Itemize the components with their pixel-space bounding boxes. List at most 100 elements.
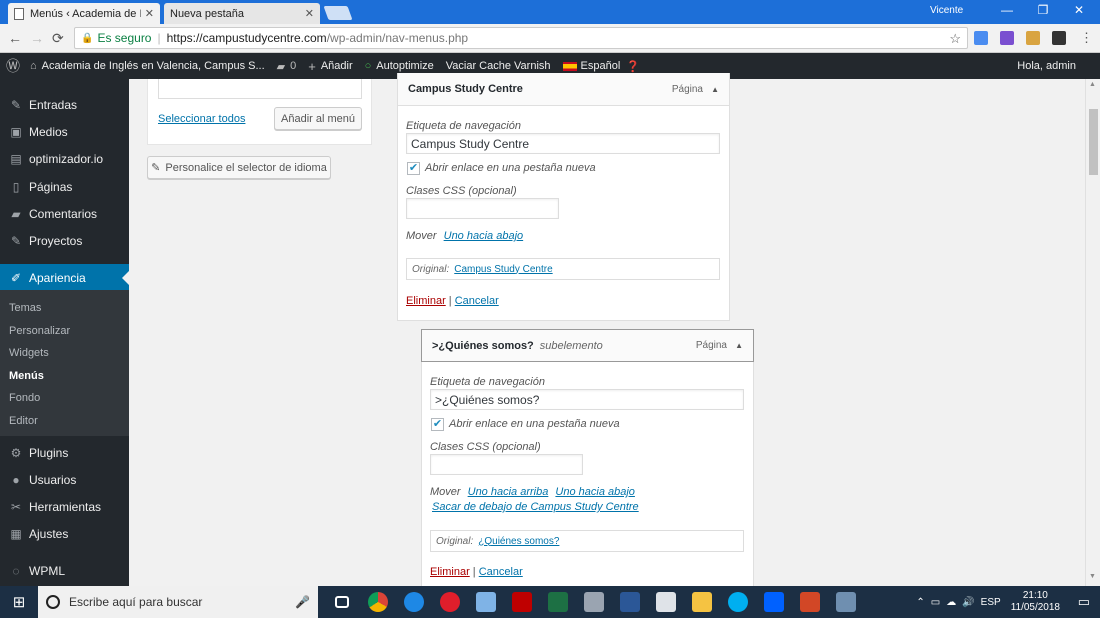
site-name-link[interactable]: ⌂ Academia de Inglés en Valencia, Campus…: [30, 60, 265, 72]
menu-item-header[interactable]: >¿Quiénes somos? subelemento Página ▲: [421, 329, 754, 362]
comments-link[interactable]: ▰ 0: [277, 60, 297, 73]
menu-item-header[interactable]: Campus Study Centre Página ▲: [397, 73, 730, 106]
clock[interactable]: 21:10 11/05/2018: [1011, 590, 1060, 614]
skype-icon[interactable]: [722, 586, 754, 618]
new-tab-checkbox[interactable]: ✔: [407, 162, 420, 175]
css-classes-input[interactable]: [430, 454, 583, 475]
close-window-icon[interactable]: ✕: [1064, 3, 1094, 19]
cancel-link[interactable]: Cancelar: [455, 295, 499, 307]
address-bar[interactable]: 🔒 Es seguro | https://campustudycentre.c…: [74, 27, 968, 49]
sidebar-item-paginas[interactable]: ▯ Páginas: [0, 173, 129, 200]
layers-icon[interactable]: [1052, 31, 1066, 45]
input-language[interactable]: ESP: [981, 597, 1001, 608]
original-box: Original: Campus Study Centre: [406, 258, 720, 280]
collapse-arrow-icon[interactable]: ▲: [711, 85, 719, 94]
dropbox-icon[interactable]: [758, 586, 790, 618]
task-view-icon[interactable]: [326, 586, 358, 618]
network-icon[interactable]: ▭: [931, 597, 940, 608]
back-icon[interactable]: ←: [8, 30, 22, 46]
new-tab-button[interactable]: [323, 6, 353, 20]
add-to-menu-button[interactable]: Añadir al menú: [274, 107, 362, 130]
sidebar-item-ajustes[interactable]: ▦ Ajustes: [0, 520, 129, 547]
bookmark-star-icon[interactable]: ☆: [949, 31, 961, 47]
page-scrollbar[interactable]: ▲ ▼: [1085, 79, 1100, 586]
sidebar-item-optimizador[interactable]: ▤ optimizador.io: [0, 145, 129, 172]
sidebar-item-comentarios[interactable]: ▰ Comentarios: [0, 200, 129, 227]
extension-icon[interactable]: [1000, 31, 1014, 45]
sidebar-item-medios[interactable]: ▣ Medios: [0, 118, 129, 145]
powerpoint-icon[interactable]: [794, 586, 826, 618]
nav-label-input[interactable]: Campus Study Centre: [406, 133, 720, 154]
nav-label-input[interactable]: >¿Quiénes somos?: [430, 389, 744, 410]
scroll-thumb[interactable]: [1089, 109, 1098, 175]
cancel-link[interactable]: Cancelar: [479, 566, 523, 578]
original-link[interactable]: Campus Study Centre: [454, 264, 552, 275]
scroll-down-icon[interactable]: ▼: [1089, 573, 1096, 580]
sidebar-item-wpml[interactable]: ◌ WPML: [0, 557, 129, 584]
delete-link[interactable]: Eliminar: [430, 566, 470, 578]
sidebar-item-usuarios[interactable]: ● Usuarios: [0, 466, 129, 493]
original-link[interactable]: ¿Quiénes somos?: [478, 536, 559, 547]
tab-new[interactable]: Nueva pestaña ✕: [164, 3, 320, 24]
new-tab-checkbox[interactable]: ✔: [431, 418, 444, 431]
submenu-item-widgets[interactable]: Widgets: [9, 347, 49, 359]
sidebar-item-entradas[interactable]: ✎ Entradas: [0, 91, 129, 118]
file-explorer-icon[interactable]: [686, 586, 718, 618]
submenu-item-menus[interactable]: Menús: [9, 370, 44, 382]
submenu-item-editor[interactable]: Editor: [9, 415, 38, 427]
close-icon[interactable]: ✕: [145, 7, 154, 20]
opera-icon[interactable]: [434, 586, 466, 618]
submenu-item-personalizar[interactable]: Personalizar: [9, 325, 70, 337]
reload-icon[interactable]: ⟳: [52, 30, 64, 47]
delete-link[interactable]: Eliminar: [406, 295, 446, 307]
microphone-icon[interactable]: 🎤: [295, 595, 310, 609]
excel-icon[interactable]: [542, 586, 574, 618]
account-menu[interactable]: Hola, admin: [1017, 60, 1076, 72]
edge-icon[interactable]: [398, 586, 430, 618]
select-all-link[interactable]: Seleccionar todos: [158, 113, 245, 125]
customize-language-switcher-button[interactable]: ✎ Personalice el selector de idioma: [147, 156, 331, 179]
app-icon[interactable]: [578, 586, 610, 618]
taskbar-search[interactable]: Escribe aquí para buscar 🎤: [38, 586, 318, 618]
windows-start-icon[interactable]: ⊞: [0, 586, 38, 618]
forward-icon[interactable]: →: [30, 30, 44, 46]
translate-icon[interactable]: [974, 31, 988, 45]
volume-icon[interactable]: 🔊: [962, 597, 974, 608]
extension-icon[interactable]: [1026, 31, 1040, 45]
css-classes-input[interactable]: [406, 198, 559, 219]
items-list[interactable]: [158, 79, 362, 99]
sidebar-item-herramientas[interactable]: ✂ Herramientas: [0, 493, 129, 520]
add-new-link[interactable]: + Añadir: [308, 59, 352, 74]
sidebar-item-proyectos[interactable]: ✎ Proyectos: [0, 227, 129, 254]
language-switcher[interactable]: Español ❓: [562, 60, 645, 73]
app-icon[interactable]: [830, 586, 862, 618]
chrome-icon[interactable]: [362, 586, 394, 618]
move-down-link[interactable]: Uno hacia abajo: [444, 230, 524, 242]
wordpress-logo-icon[interactable]: Ⓦ: [0, 56, 26, 76]
word-icon[interactable]: [614, 586, 646, 618]
varnish-link[interactable]: Vaciar Cache Varnish: [446, 60, 551, 72]
clock-date: 11/05/2018: [1010, 602, 1060, 613]
browser-menu-icon[interactable]: ⋮: [1080, 30, 1093, 46]
sidebar-item-plugins[interactable]: ⚙ Plugins: [0, 439, 129, 466]
notifications-icon[interactable]: ▭: [1078, 594, 1090, 610]
mail-icon[interactable]: [650, 586, 682, 618]
move-out-link[interactable]: Sacar de debajo de Campus Study Centre: [432, 501, 639, 513]
move-up-link[interactable]: Uno hacia arriba: [468, 486, 549, 498]
sidebar-item-apariencia[interactable]: ✐ Apariencia: [0, 264, 129, 291]
submenu-item-fondo[interactable]: Fondo: [9, 392, 40, 404]
chevron-up-icon[interactable]: ⌃: [916, 597, 924, 608]
minimize-icon[interactable]: —: [992, 3, 1022, 19]
paint-icon[interactable]: [470, 586, 502, 618]
move-down-link[interactable]: Uno hacia abajo: [555, 486, 635, 498]
filezilla-icon[interactable]: [506, 586, 538, 618]
profile-name[interactable]: Vicente: [930, 5, 963, 16]
restore-icon[interactable]: ❐: [1028, 3, 1058, 19]
collapse-arrow-icon[interactable]: ▲: [735, 341, 743, 350]
close-icon[interactable]: ✕: [305, 7, 314, 20]
cloud-icon[interactable]: ☁: [946, 597, 956, 608]
submenu-item-temas[interactable]: Temas: [9, 302, 41, 314]
autoptimize-link[interactable]: ○ Autoptimize: [365, 60, 434, 72]
scroll-up-icon[interactable]: ▲: [1089, 81, 1096, 88]
tab-menus[interactable]: Menús ‹ Academia de Ing ✕: [8, 3, 160, 24]
